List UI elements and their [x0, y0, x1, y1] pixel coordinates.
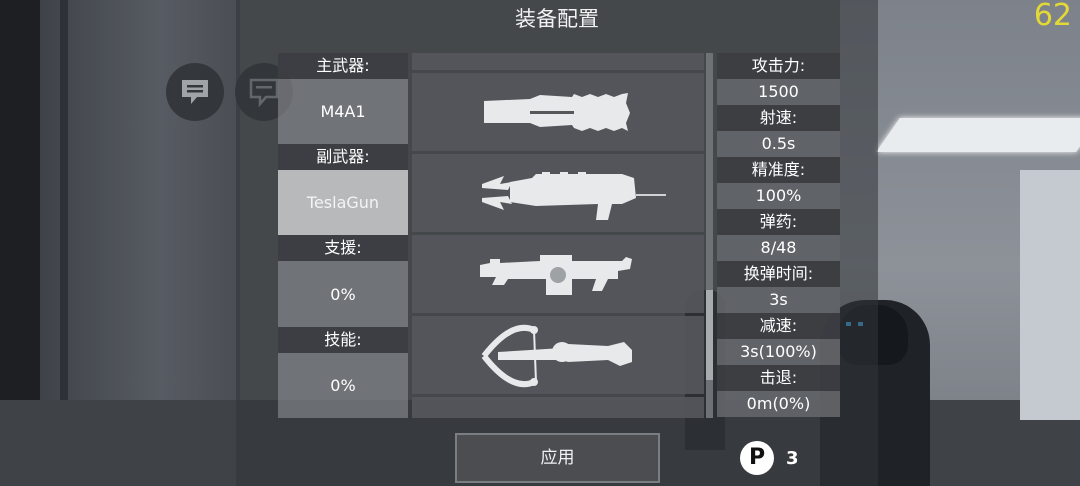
weapon-list-item[interactable] [412, 397, 704, 418]
stat-slow-label: 减速: [717, 313, 840, 339]
stat-slow-value: 3s(100%) [717, 339, 840, 365]
stat-accuracy-value: 100% [717, 183, 840, 209]
crossbow-icon [481, 324, 632, 388]
grenade-launcher-icon [480, 255, 632, 295]
scene-wall-panel [1020, 170, 1080, 420]
primary-weapon-slot[interactable]: M4A1 [278, 79, 408, 144]
support-label: 支援: [278, 235, 408, 261]
claw-cannon-icon [482, 172, 666, 220]
dialog-title: 装备配置 [515, 7, 599, 31]
chat-bubble-icon [182, 80, 208, 104]
stat-reload-value: 3s [717, 287, 840, 313]
weapon-list-item[interactable] [412, 73, 704, 151]
ceiling-light [876, 118, 1080, 152]
weapon-list-item[interactable] [412, 235, 704, 313]
stat-firerate-value: 0.5s [717, 131, 840, 157]
stat-reload-label: 换弹时间: [717, 261, 840, 287]
support-slot[interactable]: 0% [278, 261, 408, 327]
scrollbar-thumb[interactable] [706, 290, 713, 380]
stat-knockback-value: 0m(0%) [717, 391, 840, 417]
tesla-rifle-icon [484, 93, 630, 131]
weapon-stats-column: 攻击力: 1500 射速: 0.5s 精准度: 100% 弹药: 8/48 换弹… [717, 53, 840, 418]
points-display: P 3 [740, 441, 799, 475]
loadout-column: 主武器: M4A1 副武器: TeslaGun 支援: 0% 技能: 0% [278, 53, 408, 418]
points-icon: P [740, 441, 774, 475]
secondary-weapon-slot[interactable]: TeslaGun [278, 170, 408, 235]
weapon-list[interactable] [412, 53, 704, 418]
stat-ammo-value: 8/48 [717, 235, 840, 261]
stat-ammo-label: 弹药: [717, 209, 840, 235]
weapon-list-item[interactable] [412, 53, 704, 70]
skill-label: 技能: [278, 327, 408, 353]
apply-button[interactable]: 应用 [455, 433, 660, 483]
secondary-weapon-label: 副武器: [278, 144, 408, 170]
stat-attack-value: 1500 [717, 79, 840, 105]
points-count: 3 [786, 447, 799, 469]
stat-attack-label: 攻击力: [717, 53, 840, 79]
weapon-list-item[interactable] [412, 154, 704, 232]
skill-slot[interactable]: 0% [278, 353, 408, 418]
weapon-list-item[interactable] [412, 316, 704, 394]
stat-knockback-label: 击退: [717, 365, 840, 391]
fps-counter: 62 [1033, 0, 1072, 33]
stat-accuracy-label: 精准度: [717, 157, 840, 183]
primary-weapon-label: 主武器: [278, 53, 408, 79]
stat-firerate-label: 射速: [717, 105, 840, 131]
chat-button[interactable] [166, 63, 224, 121]
